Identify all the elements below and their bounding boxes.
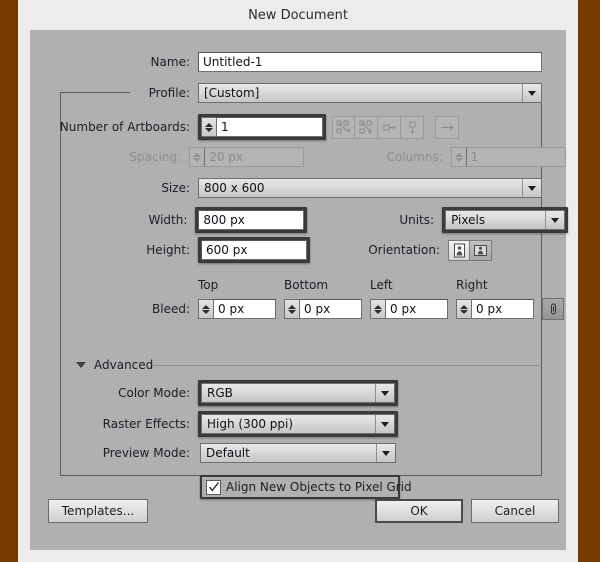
bleed-label: Bleed: bbox=[30, 302, 190, 316]
change-to-right-to-left-layout-icon[interactable] bbox=[435, 116, 459, 139]
bleed-header-bottom: Bottom bbox=[284, 278, 370, 292]
number-of-artboards-label: Number of Artboards: bbox=[30, 120, 190, 134]
bleed-top-field: 0 px bbox=[198, 299, 276, 319]
columns-field: 1 bbox=[451, 147, 566, 167]
chevron-down-icon bbox=[522, 84, 541, 102]
spacing-field: 20 px bbox=[189, 147, 304, 167]
bleed-header-right: Right bbox=[456, 278, 542, 292]
width-label: Width: bbox=[30, 213, 187, 227]
raster-effects-label: Raster Effects: bbox=[30, 417, 190, 431]
height-focus-ring: 600 px bbox=[198, 237, 310, 263]
artboards-input[interactable]: 1 bbox=[216, 117, 323, 137]
raster-effects-dropdown[interactable]: High (300 ppi) bbox=[201, 414, 395, 434]
grid-by-column-icon[interactable] bbox=[355, 116, 378, 139]
columns-label: Columns: bbox=[344, 150, 442, 164]
spacing-label: Spacing: bbox=[30, 150, 181, 164]
bleed-header-top: Top bbox=[198, 278, 284, 292]
units-dropdown[interactable]: Pixels bbox=[445, 210, 565, 230]
profile-label: Profile: bbox=[30, 86, 190, 100]
bleed-top-input[interactable]: 0 px bbox=[213, 299, 276, 319]
units-value: Pixels bbox=[451, 213, 545, 227]
window-titlebar: New Document bbox=[18, 0, 578, 30]
spacing-stepper bbox=[189, 147, 204, 167]
bleed-right-stepper[interactable] bbox=[456, 299, 471, 319]
bleed-left-field: 0 px bbox=[370, 299, 448, 319]
chevron-down-icon bbox=[375, 384, 394, 402]
artboards-stepper[interactable] bbox=[201, 117, 216, 137]
grid-by-row-icon[interactable] bbox=[332, 116, 355, 139]
window-title: New Document bbox=[248, 8, 348, 23]
bleed-header-left: Left bbox=[370, 278, 456, 292]
units-focus-ring: Pixels bbox=[442, 207, 568, 233]
advanced-divider bbox=[152, 365, 540, 366]
columns-stepper bbox=[451, 147, 466, 167]
height-label: Height: bbox=[30, 243, 190, 257]
orientation-button-group bbox=[448, 240, 492, 261]
bleed-right-input[interactable]: 0 px bbox=[471, 299, 534, 319]
raster-effects-focus-ring: High (300 ppi) bbox=[198, 411, 398, 437]
new-document-dialog: Name: Untitled-1 Profile: [Custom] Numbe… bbox=[30, 30, 566, 550]
height-input[interactable]: 600 px bbox=[201, 240, 307, 260]
templates-button[interactable]: Templates... bbox=[48, 499, 148, 523]
color-mode-label: Color Mode: bbox=[30, 386, 190, 400]
arrange-by-row-icon[interactable] bbox=[378, 116, 401, 139]
bleed-bottom-input[interactable]: 0 px bbox=[299, 299, 362, 319]
bleed-bottom-field: 0 px bbox=[284, 299, 362, 319]
checkbox-checked-icon bbox=[206, 480, 221, 495]
size-dropdown[interactable]: 800 x 600 bbox=[198, 178, 542, 198]
chevron-down-icon bbox=[522, 179, 541, 197]
bleed-top-stepper[interactable] bbox=[198, 299, 213, 319]
align-pixel-grid-checkbox[interactable]: Align New Objects to Pixel Grid bbox=[206, 479, 394, 495]
portrait-icon[interactable] bbox=[448, 240, 470, 261]
artboard-layout-button-group bbox=[332, 116, 424, 139]
columns-input: 1 bbox=[466, 147, 566, 167]
chevron-down-icon bbox=[375, 415, 394, 433]
raster-effects-value: High (300 ppi) bbox=[207, 417, 375, 431]
landscape-icon[interactable] bbox=[470, 240, 492, 261]
color-mode-dropdown[interactable]: RGB bbox=[201, 383, 395, 403]
bleed-left-input[interactable]: 0 px bbox=[385, 299, 448, 319]
spacing-input: 20 px bbox=[204, 147, 304, 167]
arrange-by-column-icon[interactable] bbox=[401, 116, 424, 139]
size-value: 800 x 600 bbox=[204, 181, 522, 195]
name-input[interactable]: Untitled-1 bbox=[198, 52, 542, 72]
artboards-focus-ring: 1 bbox=[198, 114, 326, 140]
cancel-button[interactable]: Cancel bbox=[471, 499, 559, 523]
bleed-bottom-stepper[interactable] bbox=[284, 299, 299, 319]
width-input[interactable]: 800 px bbox=[198, 210, 304, 230]
size-label: Size: bbox=[30, 181, 190, 195]
link-bleed-values-icon[interactable] bbox=[542, 298, 564, 320]
profile-dropdown[interactable]: [Custom] bbox=[198, 83, 542, 103]
chevron-down-icon bbox=[545, 211, 564, 229]
new-document-window: New Document Name: Untitled-1 Profile: [… bbox=[18, 0, 578, 562]
chevron-down-icon[interactable] bbox=[76, 362, 86, 368]
align-pixel-grid-focus-ring: Align New Objects to Pixel Grid bbox=[200, 475, 400, 499]
orientation-label: Orientation: bbox=[348, 243, 440, 257]
bleed-right-field: 0 px bbox=[456, 299, 534, 319]
align-pixel-grid-label: Align New Objects to Pixel Grid bbox=[226, 480, 412, 494]
advanced-section-label[interactable]: Advanced bbox=[94, 358, 153, 372]
units-label: Units: bbox=[344, 213, 435, 227]
ok-button[interactable]: OK bbox=[375, 499, 463, 523]
color-mode-focus-ring: RGB bbox=[198, 380, 398, 406]
name-label: Name: bbox=[30, 55, 190, 69]
bleed-left-stepper[interactable] bbox=[370, 299, 385, 319]
profile-value: [Custom] bbox=[204, 86, 522, 100]
color-mode-value: RGB bbox=[207, 386, 375, 400]
preview-mode-label: Preview Mode: bbox=[30, 446, 190, 460]
width-focus-ring: 800 px bbox=[195, 207, 307, 233]
